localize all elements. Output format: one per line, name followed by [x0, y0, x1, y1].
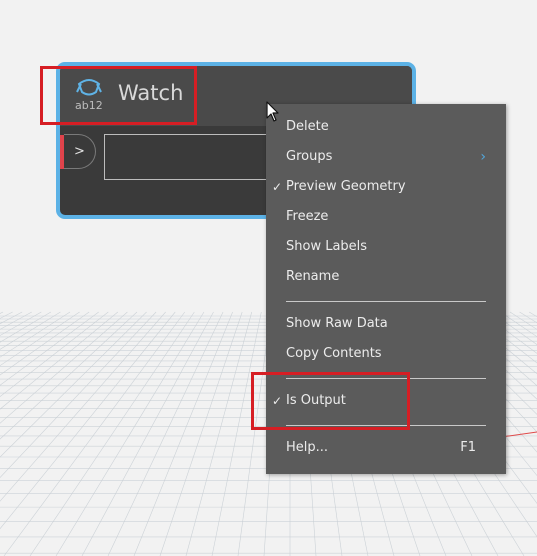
menu-item-preview-geometry[interactable]: ✓ Preview Geometry	[266, 172, 506, 202]
grid-line	[185, 311, 253, 556]
grid-line	[29, 311, 195, 556]
highlight-node-title	[40, 66, 197, 125]
grid-line	[0, 311, 128, 424]
highlight-is-output	[251, 372, 410, 430]
menu-item-shortcut: F1	[460, 440, 476, 455]
menu-item-delete[interactable]: Delete	[266, 112, 506, 142]
menu-divider	[286, 301, 486, 302]
menu-item-show-labels[interactable]: Show Labels	[266, 232, 506, 262]
menu-item-label: Groups	[286, 149, 333, 164]
menu-item-freeze[interactable]: Freeze	[266, 202, 506, 232]
menu-item-label: Copy Contents	[286, 346, 382, 361]
grid-line	[107, 311, 224, 556]
grid-line	[133, 311, 233, 556]
menu-item-groups[interactable]: Groups ›	[266, 142, 506, 172]
menu-item-show-raw-data[interactable]: Show Raw Data	[266, 309, 506, 339]
grid-line	[0, 311, 61, 350]
menu-item-rename[interactable]: Rename	[266, 262, 506, 292]
grid-line	[81, 311, 214, 556]
grid-line	[0, 311, 138, 440]
menu-item-copy-contents[interactable]: Copy Contents	[266, 339, 506, 369]
grid-line	[0, 311, 23, 325]
grid-line	[3, 311, 186, 556]
grid-line	[0, 311, 99, 386]
grid-line	[0, 311, 109, 397]
menu-item-label: Help...	[286, 440, 329, 455]
menu-item-label: Show Raw Data	[286, 316, 388, 331]
grid-line	[0, 311, 80, 367]
menu-item-label: Freeze	[286, 209, 329, 224]
menu-item-label: Show Labels	[286, 239, 368, 254]
menu-item-label: Delete	[286, 119, 329, 134]
checkmark-icon: ✓	[272, 180, 283, 194]
grid-line	[0, 311, 32, 330]
grid-line	[0, 311, 42, 336]
grid-line	[159, 311, 243, 556]
menu-item-label: Preview Geometry	[286, 179, 406, 194]
chevron-right-icon: ›	[480, 149, 486, 165]
input-port[interactable]: >	[64, 134, 96, 169]
grid-line	[211, 311, 262, 556]
menu-item-label: Rename	[286, 269, 340, 284]
mouse-pointer-icon	[266, 101, 279, 122]
grid-line	[0, 311, 71, 358]
grid-line	[55, 311, 205, 556]
menu-item-help[interactable]: Help... F1	[266, 433, 506, 463]
grid-line	[0, 311, 13, 319]
